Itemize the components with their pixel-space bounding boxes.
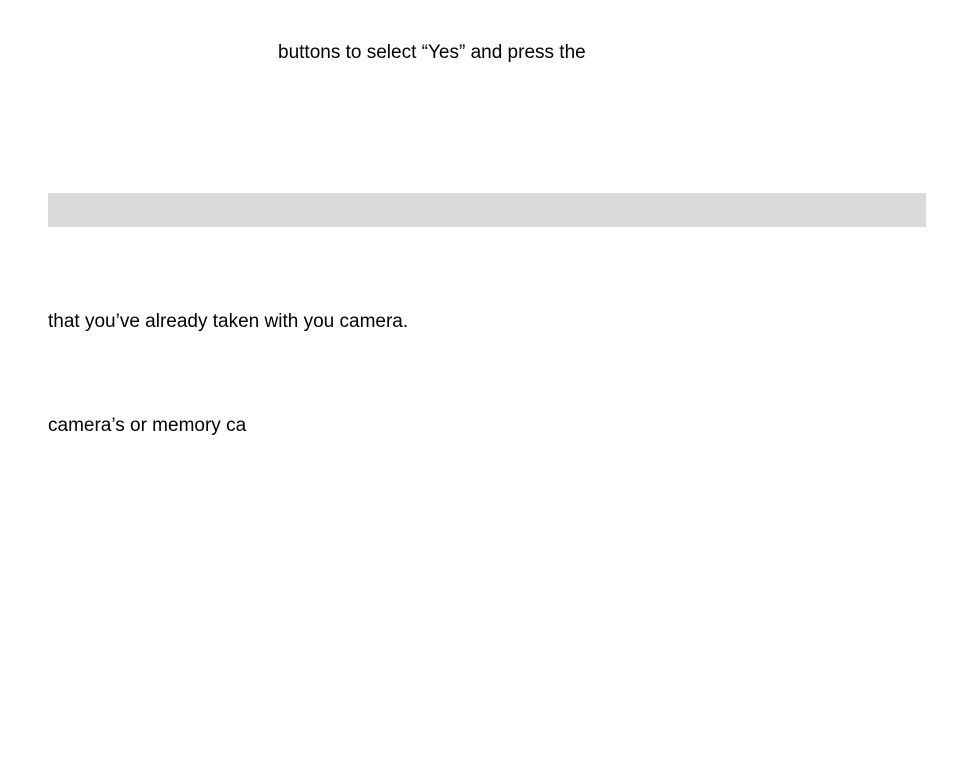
shaded-bar [48, 193, 926, 227]
document-page: buttons to select “Yes” and press the th… [0, 0, 954, 764]
text-line-3: camera’s or memory ca [48, 415, 246, 437]
text-line-2: that you’ve already taken with you camer… [48, 311, 408, 333]
text-line-1: buttons to select “Yes” and press the [278, 42, 586, 64]
